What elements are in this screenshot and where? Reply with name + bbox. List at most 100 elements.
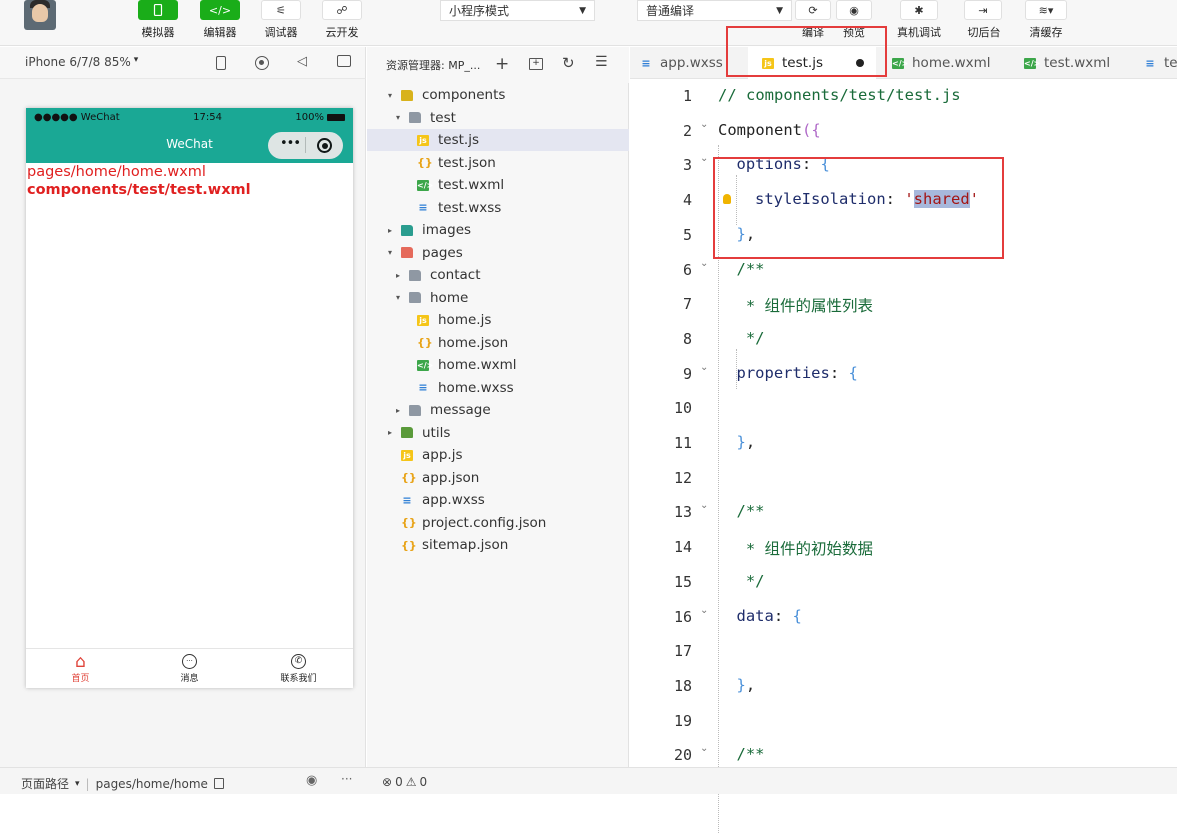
lightbulb-icon[interactable]: [723, 194, 731, 205]
more-icon[interactable]: ···: [341, 772, 352, 786]
file-tree-item[interactable]: {} project.config.json: [367, 512, 629, 534]
code-line: /**: [737, 745, 765, 763]
page-content: pages/home/home.wxml components/test/tes…: [26, 163, 353, 199]
tab-home-wxml[interactable]: </> home.wxml: [890, 47, 1020, 79]
new-window-icon[interactable]: [337, 55, 351, 67]
mode-select[interactable]: 小程序模式 ▼: [440, 0, 595, 21]
file-tree-item[interactable]: {} home.json: [367, 332, 629, 354]
file-tree-item[interactable]: js app.js: [367, 444, 629, 466]
problems-indicator[interactable]: ⊗ 0 ⚠ 0: [382, 775, 427, 789]
file-tree-item[interactable]: js home.js: [367, 309, 629, 331]
file-tree-item[interactable]: {} app.json: [367, 467, 629, 489]
code-line: },: [737, 225, 756, 243]
debugger-toggle[interactable]: ⚟: [261, 0, 301, 20]
home-wxml-text: pages/home/home.wxml: [27, 164, 206, 180]
fold-chevron-icon[interactable]: ⌄: [700, 258, 708, 269]
file-tree-item[interactable]: ▾ components: [367, 84, 629, 106]
phone-call-icon: ✆: [291, 653, 306, 669]
fold-chevron-icon[interactable]: ⌄: [700, 153, 708, 164]
tab-te[interactable]: ≡ te: [1142, 47, 1177, 79]
file-tree-item[interactable]: </> test.wxml: [367, 174, 629, 196]
capsule-menu[interactable]: •••: [268, 132, 343, 159]
close-target-icon[interactable]: [317, 138, 332, 153]
file-tree-label: test.js: [438, 132, 480, 148]
background-button[interactable]: ⇥: [964, 0, 1002, 20]
tab-label: app.wxss: [660, 55, 723, 71]
file-tree-item[interactable]: ▾ pages: [367, 242, 629, 264]
fold-chevron-icon[interactable]: ⌄: [700, 362, 708, 373]
tab-message[interactable]: ··· 消息: [135, 649, 244, 688]
line-number: 14: [673, 538, 692, 557]
add-file-icon[interactable]: +: [495, 54, 509, 74]
chevron-down-icon: ▾: [133, 55, 139, 65]
code-token: ({: [802, 120, 821, 139]
fold-chevron-icon[interactable]: ⌄: [700, 605, 708, 616]
json-file-icon: {}: [401, 516, 417, 529]
eye-icon[interactable]: ◉: [306, 773, 317, 788]
file-tree-item[interactable]: </> home.wxml: [367, 354, 629, 376]
code-line: Component({: [718, 121, 821, 139]
compile-select[interactable]: 普通编译 ▼: [637, 0, 792, 21]
code-line: */: [737, 329, 765, 347]
code-token: /**: [736, 502, 765, 521]
more-dots-icon[interactable]: •••: [280, 136, 301, 151]
layers-icon: ≋▾: [1025, 0, 1067, 20]
code-line: /**: [737, 502, 765, 520]
line-number: 18: [673, 676, 692, 695]
file-tree-item[interactable]: ▸ utils: [367, 422, 629, 444]
file-tree-label: app.js: [422, 447, 463, 463]
page-path-label: 页面路径: [21, 777, 70, 791]
tab-contact-label: 联系我们: [280, 673, 317, 684]
remote-debug-button[interactable]: ✱: [900, 0, 938, 20]
file-tree-item[interactable]: {} sitemap.json: [367, 534, 629, 556]
file-tree-label: message: [430, 402, 491, 418]
file-tree-item[interactable]: ≡ test.wxss: [367, 197, 629, 219]
tab-test-js[interactable]: js test.js: [748, 47, 876, 79]
record-icon[interactable]: [255, 56, 269, 70]
file-tree-item[interactable]: js test.js: [367, 129, 629, 151]
file-tree-item[interactable]: ▸ images: [367, 219, 629, 241]
code-token: shared: [913, 190, 970, 209]
file-tree-label: app.wxss: [422, 492, 485, 508]
phone-icon[interactable]: [216, 56, 226, 70]
tab-home[interactable]: ⌂ 首页: [26, 649, 135, 688]
editor-toggle[interactable]: </>: [200, 0, 240, 20]
phone-status-bar: ●●●●● WeChat 17:54 100%: [26, 108, 353, 126]
explorer-title: 资源管理器: MP_...: [386, 59, 481, 72]
unsaved-dot-icon[interactable]: [856, 59, 864, 67]
file-tree-item[interactable]: ≡ app.wxss: [367, 489, 629, 511]
preview-button[interactable]: ◉: [836, 0, 872, 20]
code-token: }: [736, 675, 746, 694]
fold-chevron-icon[interactable]: ⌄: [700, 119, 708, 130]
simulator-toggle[interactable]: [138, 0, 178, 20]
battery-text: 100%: [295, 111, 324, 123]
chevron-right-icon: ▸: [395, 405, 400, 415]
collapse-all-icon[interactable]: ☰: [595, 54, 608, 70]
volume-icon[interactable]: ◁: [297, 54, 307, 69]
refresh-icon[interactable]: ↻: [562, 54, 575, 72]
file-tree-item[interactable]: ▾ test: [367, 107, 629, 129]
compile-button[interactable]: ⟳: [795, 0, 831, 20]
tab-app-wxss[interactable]: ≡ app.wxss: [638, 47, 738, 79]
code-token: // components/test/test.js: [718, 86, 961, 104]
file-tree-item[interactable]: ▸ contact: [367, 264, 629, 286]
file-tree-item[interactable]: ≡ home.wxss: [367, 377, 629, 399]
tab-contact[interactable]: ✆ 联系我们: [244, 649, 353, 688]
chat-bubble-icon: ···: [182, 653, 197, 669]
cloud-dev-button[interactable]: ☍: [322, 0, 362, 20]
file-tree-item[interactable]: {} test.json: [367, 152, 629, 174]
page-path-select[interactable]: 页面路径 ▾ | pages/home/home: [21, 775, 224, 792]
tab-test-wxml[interactable]: </> test.wxml: [1022, 47, 1132, 79]
editor-tab-bar: ≡ app.wxss js test.js </> home.wxml </> test.wx…: [630, 47, 1177, 79]
code-editor[interactable]: 1 // components/test/test.js 2 ⌄ Component({…: [630, 79, 1177, 833]
add-folder-icon[interactable]: +: [529, 58, 543, 70]
device-select[interactable]: iPhone 6/7/8 85% ▾: [25, 55, 138, 69]
copy-icon[interactable]: [213, 778, 224, 789]
code-line: // components/test/test.js: [718, 86, 961, 104]
file-tree-item[interactable]: ▾ home: [367, 287, 629, 309]
user-avatar[interactable]: [24, 0, 56, 30]
fold-chevron-icon[interactable]: ⌄: [700, 743, 708, 754]
fold-chevron-icon[interactable]: ⌄: [700, 500, 708, 511]
clear-cache-button[interactable]: ≋▾: [1025, 0, 1067, 20]
file-tree-item[interactable]: ▸ message: [367, 399, 629, 421]
